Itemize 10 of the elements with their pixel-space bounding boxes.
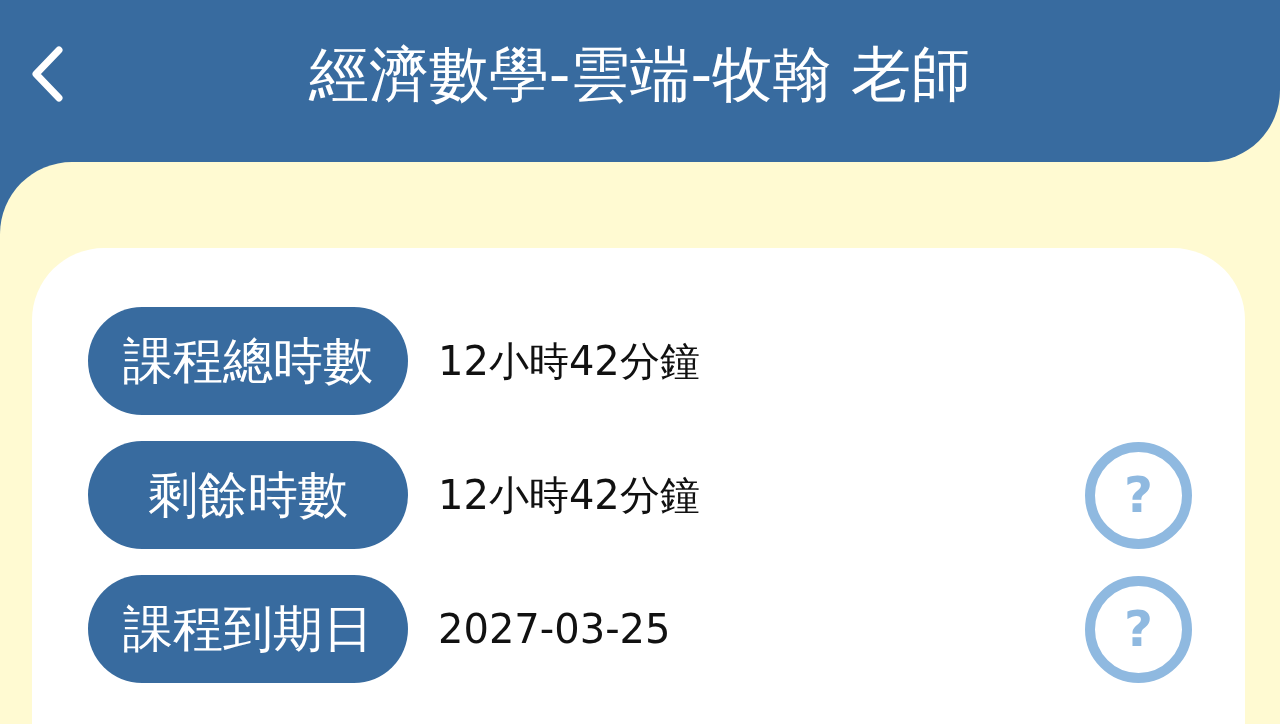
field-label: 課程總時數 xyxy=(88,307,408,415)
help-button[interactable]: ? xyxy=(1085,575,1192,683)
field-value: 12小時42分鐘 xyxy=(438,336,700,386)
chevron-left-icon xyxy=(30,45,64,103)
field-label: 課程到期日 xyxy=(88,575,408,683)
field-label: 剩餘時數 xyxy=(88,441,408,549)
page-title: 經濟數學-雲端-牧翰 老師 xyxy=(308,38,972,110)
help-button[interactable]: ? xyxy=(1085,441,1192,549)
field-value: 2027-03-25 xyxy=(438,606,671,652)
field-value: 12小時42分鐘 xyxy=(438,470,700,520)
